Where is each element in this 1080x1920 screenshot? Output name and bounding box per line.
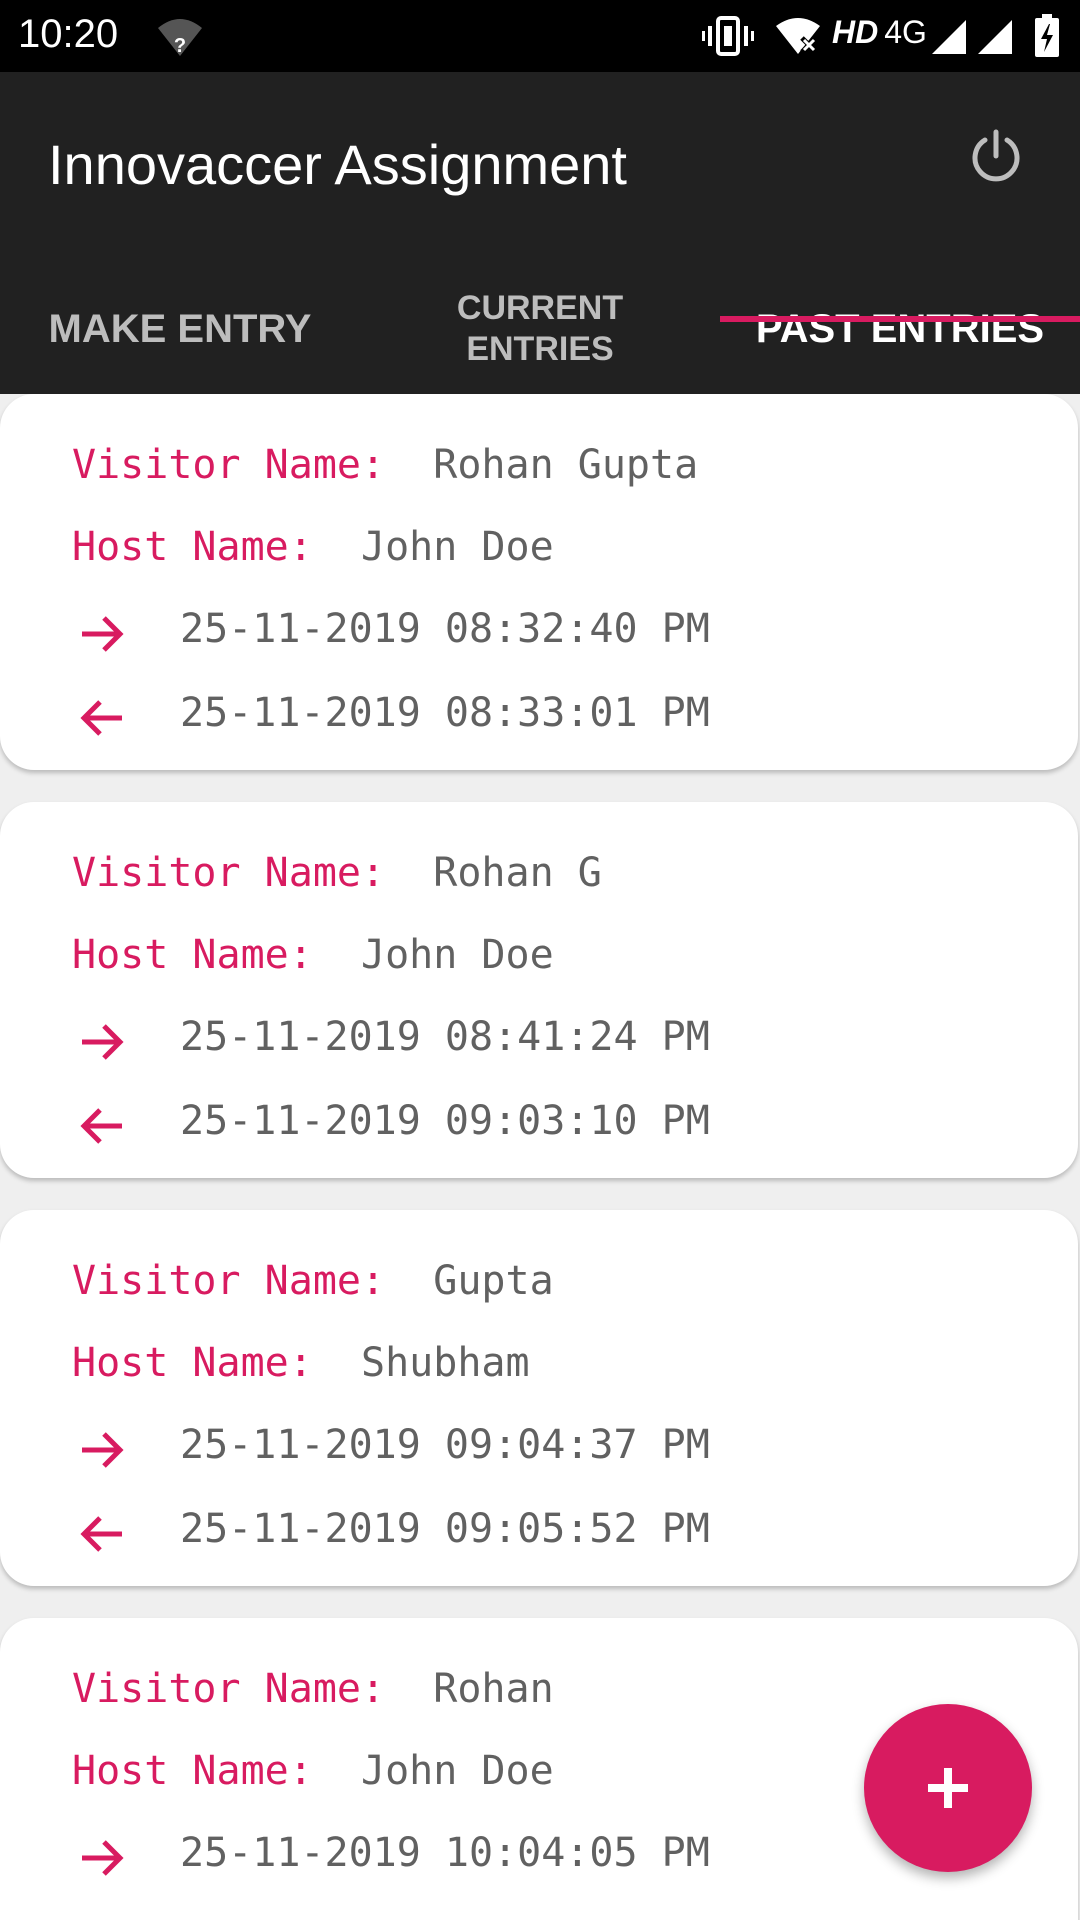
wifi-question-icon: ? [158, 19, 202, 57]
host-row: Host Name: John Doe [72, 932, 554, 978]
status-time: 10:20 [18, 12, 119, 56]
arrow-left-icon [80, 700, 122, 736]
status-bar: 10:20 ? HD 4G [0, 0, 1080, 72]
host-label: Host Name: [72, 932, 313, 978]
host-row: Host Name: John Doe [72, 524, 554, 570]
check-out-time: 25-11-2019 09:05:52 PM [180, 1506, 710, 1552]
arrow-right-icon [82, 1840, 124, 1876]
check-in-time: 25-11-2019 09:04:37 PM [180, 1422, 710, 1468]
arrow-right-icon [82, 1432, 124, 1468]
tab-indicator [720, 316, 1080, 322]
host-label: Host Name: [72, 1340, 313, 1386]
screen: 10:20 ? HD 4G Innovaccer Assignment MAKE… [0, 0, 1080, 1920]
tab-current-entries[interactable]: CURRENT ENTRIES [360, 264, 720, 394]
plus-icon [928, 1768, 968, 1808]
network-type: 4G [884, 14, 927, 50]
visitor-label: Visitor Name: [72, 1666, 386, 1712]
visitor-name: Gupta [433, 1258, 554, 1304]
signal-icon [932, 20, 966, 54]
check-out-time: 25-11-2019 08:33:01 PM [180, 690, 710, 736]
visitor-label: Visitor Name: [72, 1258, 386, 1304]
visitor-row: Visitor Name: Rohan Gupta [72, 442, 698, 488]
check-in-time: 25-11-2019 10:04:05 PM [180, 1830, 710, 1876]
host-name: John Doe [361, 932, 554, 978]
check-in-time: 25-11-2019 08:41:24 PM [180, 1014, 710, 1060]
arrow-right-icon [82, 616, 124, 652]
arrow-left-icon [80, 1516, 122, 1552]
add-entry-button[interactable] [864, 1704, 1032, 1872]
host-name: Shubham [361, 1340, 530, 1386]
battery-charging-icon [1035, 14, 1059, 57]
host-name: John Doe [361, 524, 554, 570]
wifi-off-icon [776, 18, 820, 54]
tab-label-line2: ENTRIES [466, 330, 614, 368]
check-out-time: 25-11-2019 09:03:10 PM [180, 1098, 710, 1144]
svg-text:?: ? [174, 35, 186, 57]
visitor-name: Rohan [433, 1666, 554, 1712]
entry-card[interactable]: Visitor Name: Rohan Gupta Host Name: Joh… [0, 394, 1078, 770]
visitor-name: Rohan Gupta [433, 442, 699, 488]
tab-label: MAKE ENTRY [48, 307, 312, 351]
entry-card[interactable]: Visitor Name: Gupta Host Name: Shubham 2… [0, 1210, 1078, 1586]
check-in-time: 25-11-2019 08:32:40 PM [180, 606, 710, 652]
tab-bar: MAKE ENTRY CURRENT ENTRIES PAST ENTRIES [0, 264, 1080, 394]
hd-label: HD [832, 14, 879, 50]
host-label: Host Name: [72, 524, 313, 570]
visitor-label: Visitor Name: [72, 850, 386, 896]
visitor-row: Visitor Name: Rohan [72, 1666, 554, 1712]
past-entries-list[interactable]: Visitor Name: Rohan Gupta Host Name: Joh… [0, 394, 1080, 1920]
host-name: John Doe [361, 1748, 554, 1794]
visitor-row: Visitor Name: Gupta [72, 1258, 554, 1304]
power-icon [972, 129, 1020, 182]
host-row: Host Name: Shubham [72, 1340, 530, 1386]
visitor-label: Visitor Name: [72, 442, 386, 488]
entry-card[interactable]: Visitor Name: Rohan G Host Name: John Do… [0, 802, 1078, 1178]
tab-label-line1: CURRENT [456, 289, 624, 328]
visitor-row: Visitor Name: Rohan G [72, 850, 602, 896]
power-button[interactable] [960, 120, 1032, 192]
visitor-name: Rohan G [433, 850, 602, 896]
tab-make-entry[interactable]: MAKE ENTRY [0, 264, 360, 394]
arrow-left-icon [80, 1108, 122, 1144]
tab-past-entries[interactable]: PAST ENTRIES [720, 264, 1080, 394]
tab-label: PAST ENTRIES [755, 307, 1045, 351]
host-row: Host Name: John Doe [72, 1748, 554, 1794]
app-title: Innovaccer Assignment [48, 133, 627, 196]
arrow-right-icon [82, 1024, 124, 1060]
vibrate-icon [702, 16, 754, 56]
host-label: Host Name: [72, 1748, 313, 1794]
signal-icon [978, 20, 1012, 54]
network-label: HD 4G [832, 14, 927, 51]
app-bar: Innovaccer Assignment MAKE ENTRY CURRENT… [0, 72, 1080, 394]
